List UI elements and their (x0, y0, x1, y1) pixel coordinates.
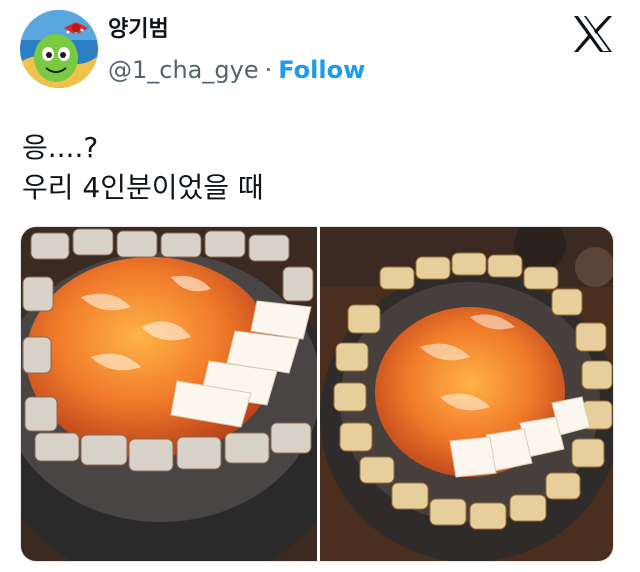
post-header: 양기범 @1_cha_gye · Follow (0, 0, 640, 110)
follow-button[interactable]: Follow (278, 56, 365, 84)
avatar-image (20, 10, 98, 88)
x-logo-icon[interactable] (572, 14, 614, 54)
tweet-text: 응....? 우리 4인분이었을 때 (22, 128, 264, 208)
avatar[interactable] (20, 10, 98, 88)
tweet-text-line-2: 우리 4인분이었을 때 (22, 171, 264, 204)
separator-dot: · (264, 56, 273, 84)
food-photo-right[interactable] (320, 227, 613, 561)
user-handle[interactable]: @1_cha_gye (108, 56, 259, 84)
food-photo-left[interactable] (21, 227, 317, 561)
display-name[interactable]: 양기범 (108, 14, 365, 46)
tweet-text-line-1: 응....? (22, 131, 99, 164)
media-grid (20, 226, 614, 562)
handle-line: @1_cha_gye · Follow (108, 52, 365, 88)
user-info: 양기범 @1_cha_gye · Follow (108, 14, 365, 88)
